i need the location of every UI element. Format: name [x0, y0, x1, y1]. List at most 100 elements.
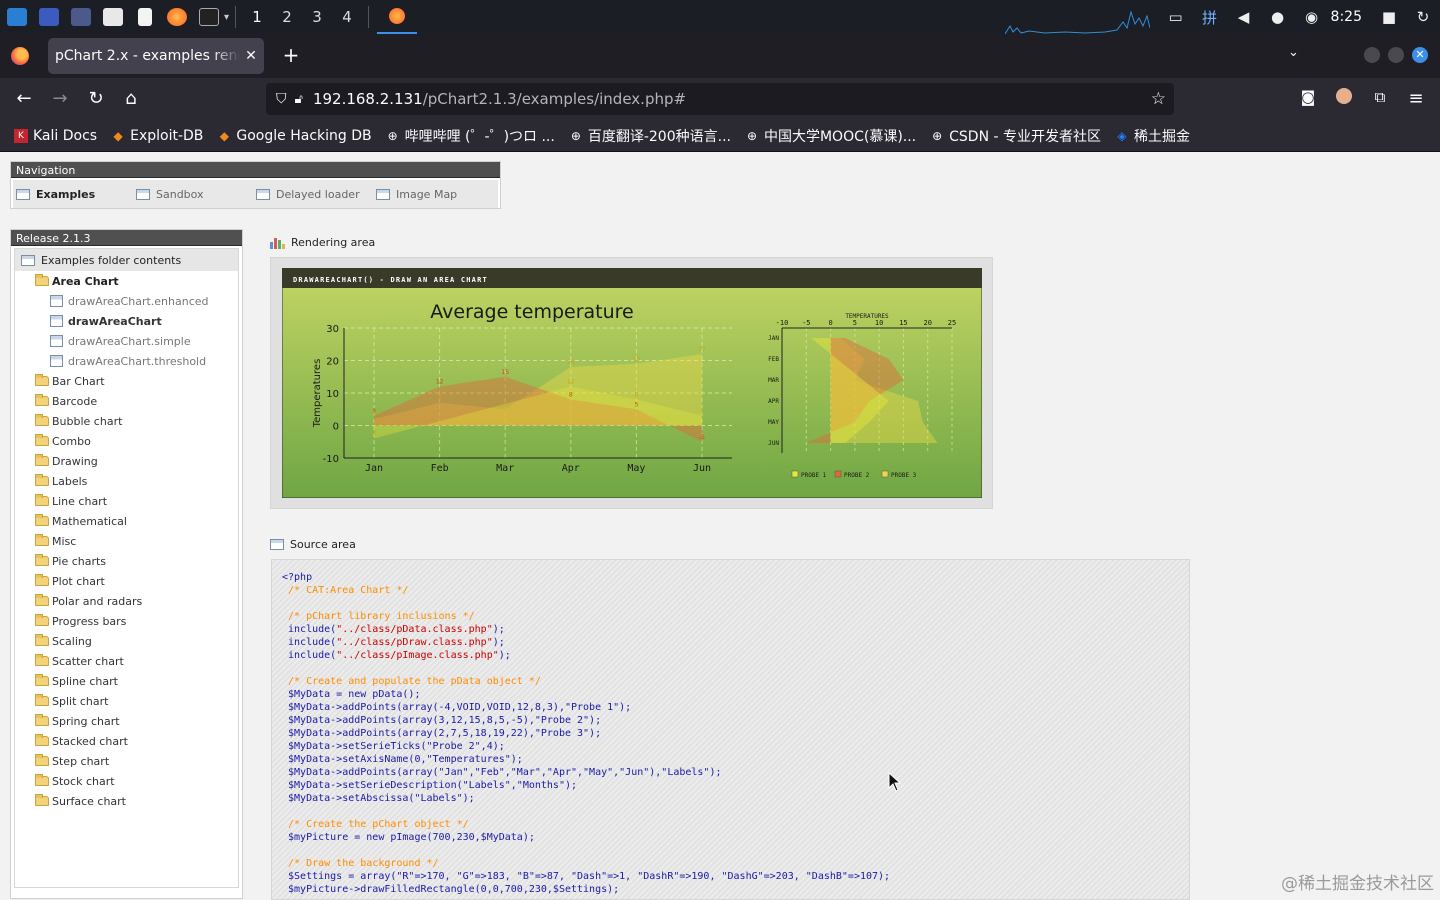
tree-root[interactable]: Examples folder contents [15, 249, 238, 271]
text-editor-icon[interactable] [130, 2, 160, 32]
file-label: drawAreaChart.enhanced [68, 294, 209, 308]
bookmark-exploit-db[interactable]: ◆ Exploit-DB [111, 128, 203, 144]
folder-label: Scatter chart [52, 654, 124, 668]
display-settings-icon[interactable] [66, 2, 96, 32]
power-manager-icon[interactable]: ◉ [1295, 8, 1329, 26]
extensions-icon[interactable]: ⧉ [1368, 88, 1392, 106]
nav-examples[interactable]: Examples [13, 188, 133, 201]
list-all-tabs-icon[interactable]: ⌄ [1288, 45, 1299, 60]
tree-file[interactable]: drawAreaChart.enhanced [15, 291, 238, 311]
folder-label: Stock chart [52, 774, 115, 788]
tree-folder[interactable]: Stacked chart [15, 731, 238, 751]
bookmark-kali-docs[interactable]: K Kali Docs [14, 128, 97, 144]
tree-folder[interactable]: Spline chart [15, 671, 238, 691]
screen-icon[interactable]: ▭ [1159, 8, 1193, 26]
maximize-window-icon[interactable] [1388, 47, 1404, 63]
browser-toolbar: ← → ↻ ⌂ ⛉ 🔓︎ 192.168.2.131/pChart2.1.3/e… [0, 78, 1440, 120]
bookmark-label: Google Hacking DB [236, 127, 372, 144]
tree-folder[interactable]: Split chart [15, 691, 238, 711]
home-icon[interactable]: ⌂ [119, 88, 143, 109]
tree-folder[interactable]: Scaling [15, 631, 238, 651]
bookmark-juejin[interactable]: ◈ 稀土掘金 [1115, 126, 1190, 146]
workspace-3[interactable]: 3 [302, 8, 332, 26]
lock-icon[interactable]: ■ [1372, 8, 1406, 26]
launcher-chevron-icon[interactable]: ▾ [224, 12, 229, 23]
bookmark-baidu-translate[interactable]: ⊕ 百度翻译-200种语言... [569, 126, 731, 146]
nav-sandbox[interactable]: Sandbox [133, 188, 253, 201]
tree-folder-area-chart[interactable]: Area Chart [15, 271, 238, 291]
tree-folder[interactable]: Pie charts [15, 551, 238, 571]
folder-label: Drawing [52, 454, 98, 468]
tree-folder[interactable]: Surface chart [15, 791, 238, 811]
tree-file[interactable]: drawAreaChart.simple [15, 331, 238, 351]
workspace-1[interactable]: 1 [242, 8, 272, 26]
kali-menu-icon[interactable] [2, 2, 32, 32]
forward-icon[interactable]: → [48, 88, 72, 109]
tree-folder[interactable]: Mathematical [15, 511, 238, 531]
back-icon[interactable]: ← [12, 88, 36, 109]
firefox-launcher-icon[interactable] [162, 2, 192, 32]
tree-file-selected[interactable]: drawAreaChart [15, 311, 238, 331]
code-line: $MyData->addPoints(array(3,12,15,8,5,-5)… [282, 715, 602, 726]
browser-tab-active[interactable]: pChart 2.x - examples rendering ✕ [48, 38, 264, 74]
close-window-icon[interactable]: ✕ [1412, 47, 1428, 63]
file-manager-icon[interactable] [98, 2, 128, 32]
tree-folder[interactable]: Labels [15, 471, 238, 491]
app-menu-icon[interactable]: ≡ [1404, 88, 1428, 109]
code-line: $Settings = array("R"=>170, "G"=>183, "B… [282, 871, 891, 882]
tree-folder[interactable]: Bar Chart [15, 371, 238, 391]
minimize-window-icon[interactable] [1364, 47, 1380, 63]
nav-delayed-loader[interactable]: Delayed loader [253, 188, 373, 201]
volume-icon[interactable]: ◀ [1227, 8, 1261, 26]
show-desktop-icon[interactable] [34, 2, 64, 32]
workspace-4[interactable]: 4 [332, 8, 362, 26]
reload-icon[interactable]: ↻ [84, 88, 108, 109]
folder-label: Stacked chart [52, 734, 128, 748]
examples-tree: Release 2.1.3 Examples folder contents A… [10, 229, 243, 899]
folder-icon [35, 474, 49, 486]
url-bar[interactable]: ⛉ 🔓︎ 192.168.2.131/pChart2.1.3/examples/… [266, 83, 1174, 115]
clock[interactable]: 8:25 [1329, 9, 1372, 25]
tree-folder[interactable]: Misc [15, 531, 238, 551]
tree-folder[interactable]: Polar and radars [15, 591, 238, 611]
tree-folder[interactable]: Scatter chart [15, 651, 238, 671]
juejin-icon: ◈ [1117, 128, 1127, 143]
firefox-view-icon[interactable] [11, 47, 29, 65]
tree-folder[interactable]: Drawing [15, 451, 238, 471]
folder-icon [35, 754, 49, 766]
folder-label: Progress bars [52, 614, 127, 628]
terminal-icon[interactable] [194, 2, 224, 32]
site-info-lock-icon[interactable]: 🔓︎ [295, 92, 303, 107]
bookmark-label: 中国大学MOOC(慕课)... [763, 128, 917, 145]
firefox-window-button[interactable] [377, 0, 418, 34]
tracking-shield-icon[interactable]: ⛉ [276, 91, 287, 107]
bookmark-ghdb[interactable]: ◆ Google Hacking DB [217, 127, 372, 144]
logout-icon[interactable]: ↻ [1406, 8, 1440, 26]
input-method-icon[interactable]: 拼 [1193, 7, 1227, 28]
account-avatar-icon[interactable] [1332, 88, 1356, 109]
tree-folder[interactable]: Progress bars [15, 611, 238, 631]
new-tab-icon[interactable]: + [280, 43, 302, 67]
nav-image-map[interactable]: Image Map [373, 188, 493, 201]
side-x-tick-label: -5 [802, 319, 810, 327]
notification-bell-icon[interactable]: ● [1261, 8, 1295, 26]
pocket-icon[interactable]: ◙ [1296, 88, 1320, 106]
tree-file[interactable]: drawAreaChart.threshold [15, 351, 238, 371]
workspace-2[interactable]: 2 [272, 8, 302, 26]
side-x-tick-label: 10 [875, 319, 883, 327]
bookmark-bilibili[interactable]: ⊕ 哔哩哔哩 (゜-゜)つロ ... [386, 126, 555, 146]
tree-folder[interactable]: Plot chart [15, 571, 238, 591]
tree-folder[interactable]: Stock chart [15, 771, 238, 791]
tree-folder[interactable]: Spring chart [15, 711, 238, 731]
tree-folder[interactable]: Bubble chart [15, 411, 238, 431]
tree-folder[interactable]: Line chart [15, 491, 238, 511]
tree-folder[interactable]: Barcode [15, 391, 238, 411]
bookmark-mooc[interactable]: ⊕ 中国大学MOOC(慕课)... [745, 126, 916, 146]
bookmark-star-icon[interactable]: ☆ [1151, 89, 1166, 109]
tree-folder[interactable]: Combo [15, 431, 238, 451]
bookmark-csdn[interactable]: ⊕ CSDN - 专业开发者社区 [930, 126, 1101, 146]
file-icon [50, 355, 63, 367]
tab-close-icon[interactable]: ✕ [240, 48, 262, 64]
tree-folder[interactable]: Step chart [15, 751, 238, 771]
